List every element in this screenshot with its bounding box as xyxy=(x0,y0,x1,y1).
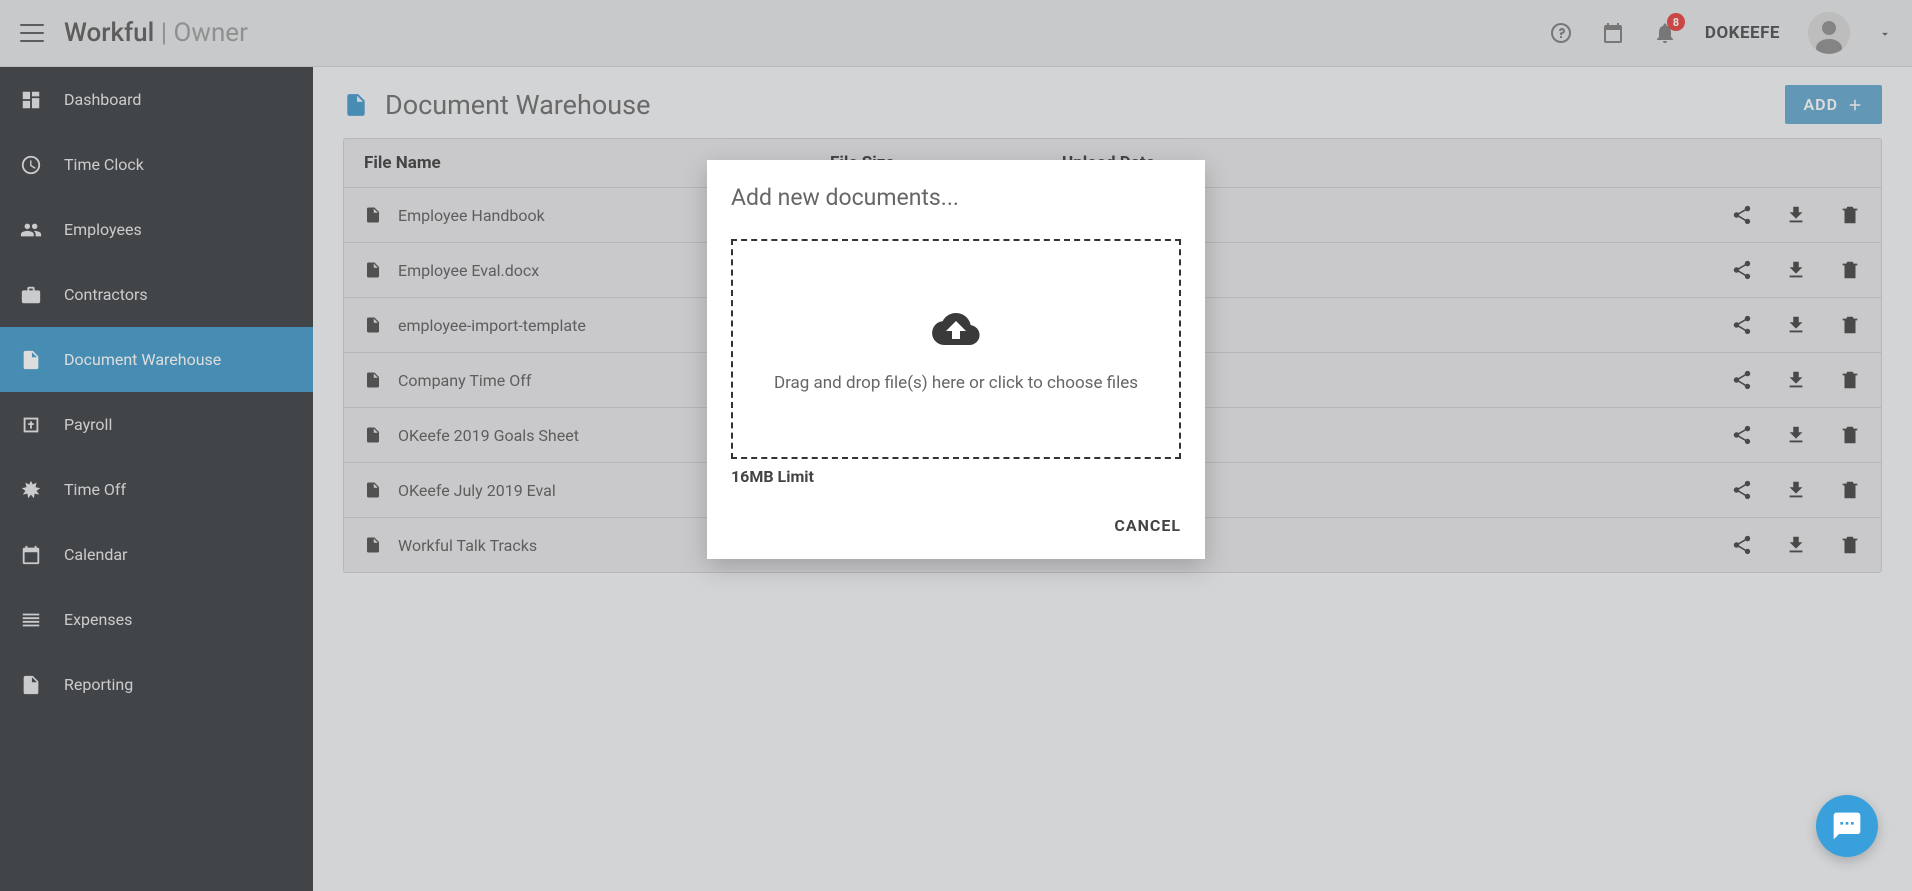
upload-limit: 16MB Limit xyxy=(731,467,1181,486)
modal-title: Add new documents... xyxy=(731,184,1181,211)
modal-overlay[interactable]: Add new documents... Drag and drop file(… xyxy=(0,0,1912,891)
dropzone-text: Drag and drop file(s) here or click to c… xyxy=(774,373,1138,393)
add-documents-modal: Add new documents... Drag and drop file(… xyxy=(707,160,1205,559)
dropzone[interactable]: Drag and drop file(s) here or click to c… xyxy=(731,239,1181,459)
chat-fab[interactable] xyxy=(1816,795,1878,857)
cancel-button[interactable]: CANCEL xyxy=(1114,516,1181,535)
cloud-upload-icon xyxy=(922,305,990,353)
